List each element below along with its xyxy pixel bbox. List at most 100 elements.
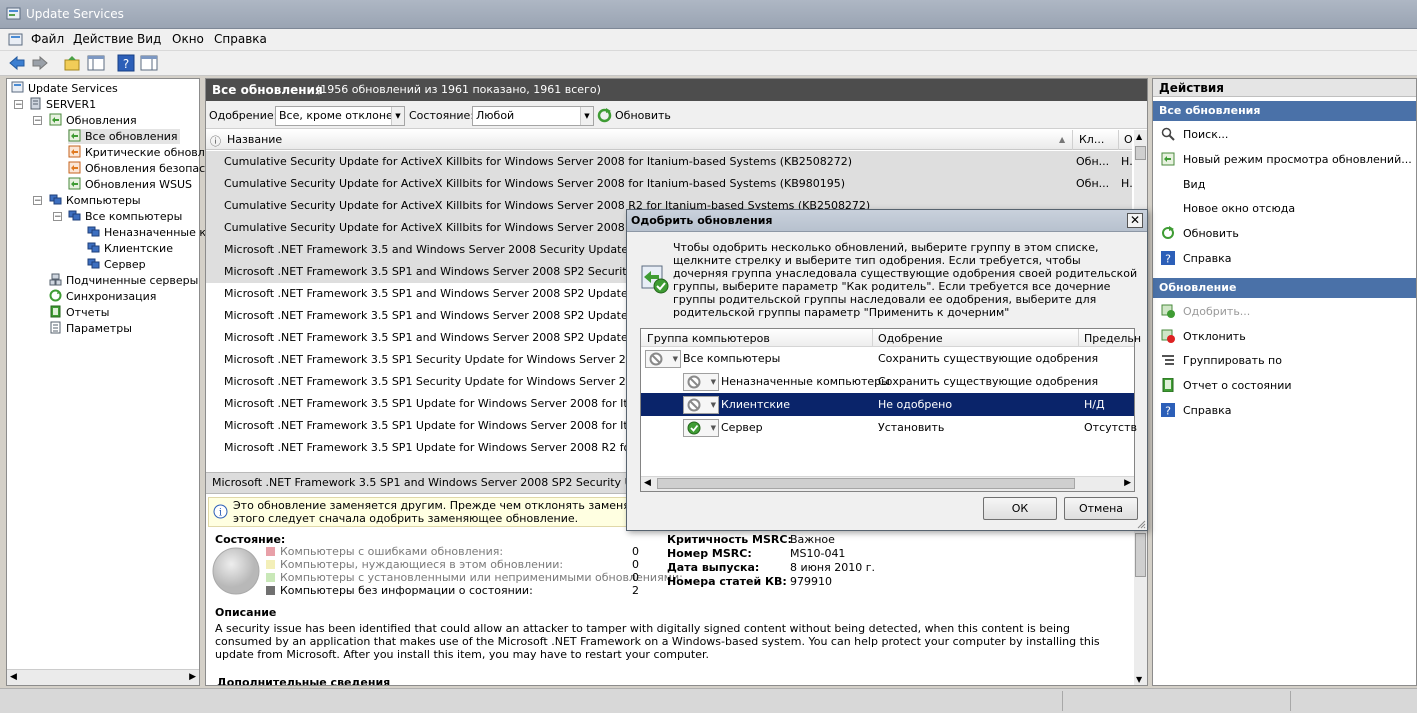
menu-help[interactable]: Справка <box>214 32 267 46</box>
tree-item-clients[interactable]: Клиентские <box>87 241 173 256</box>
menu-view[interactable]: Вид <box>137 32 161 46</box>
resize-grip-icon[interactable] <box>1136 519 1146 529</box>
action-help[interactable]: Справка <box>1183 252 1231 265</box>
tree-item-security-updates[interactable]: Обновления безопасн <box>68 161 212 176</box>
info-column-icon[interactable]: ⓘ <box>210 133 221 149</box>
cancel-button[interactable]: Отмена <box>1064 497 1138 520</box>
scroll-right-icon[interactable]: ▶ <box>1124 478 1131 488</box>
up-folder-icon[interactable] <box>63 54 81 72</box>
status-pie-icon <box>212 547 260 595</box>
actions-section-update[interactable]: Обновление <box>1153 278 1416 298</box>
title-bar: Update Services <box>0 0 1417 29</box>
show-hide-action-pane-icon[interactable] <box>140 54 158 72</box>
description-text: A security issue has been identified tha… <box>215 622 1100 661</box>
back-arrow-icon[interactable] <box>8 54 26 72</box>
help-icon: ? <box>1161 251 1175 265</box>
column-deadline[interactable]: Предельн <box>1084 332 1141 345</box>
scroll-right-icon[interactable]: ▶ <box>189 672 196 682</box>
column-group[interactable]: Группа компьютеров <box>647 332 770 345</box>
tree-item-wsus-updates[interactable]: Обновления WSUS <box>68 177 192 192</box>
navigation-tree: Update Services − SERVER1 − Обновления В… <box>6 78 212 686</box>
action-search[interactable]: Поиск... <box>1183 128 1228 141</box>
legend-swatch <box>266 547 275 556</box>
action-approve[interactable]: Одобрить... <box>1183 305 1250 318</box>
updates-grid-header: ⓘ Название ▲ Кл... О <box>206 130 1133 150</box>
scroll-up-icon[interactable]: ▲ <box>1136 132 1142 141</box>
approval-dropdown[interactable]: ▼ <box>683 396 719 414</box>
server-icon <box>30 97 41 110</box>
actions-section-all-updates[interactable]: Все обновления <box>1153 101 1416 121</box>
tree-item-reports[interactable]: Отчеты <box>49 305 109 320</box>
menu-file[interactable]: Файл <box>31 32 64 46</box>
tree-item-server[interactable]: SERVER1 <box>29 97 96 112</box>
update-title: Microsoft .NET Framework 3.5 SP1 and Win… <box>224 265 677 278</box>
tree-item-all-updates[interactable]: Все обновления <box>68 129 180 144</box>
group-row[interactable]: ▼ Клиентские Не одобрено Н/Д <box>641 393 1134 416</box>
action-decline[interactable]: Отклонить <box>1183 330 1246 343</box>
scroll-left-icon[interactable]: ◀ <box>644 478 651 488</box>
tree-item-all-computers[interactable]: Все компьютеры <box>68 209 182 224</box>
scroll-thumb[interactable] <box>1135 146 1146 160</box>
expander-updates[interactable]: − <box>33 116 42 126</box>
pane-header: Все обновления (1956 обновлений из 1961 … <box>206 79 1147 101</box>
tree-item-unassigned[interactable]: Неназначенные к <box>87 225 206 240</box>
approval-filter-combo[interactable]: Все, кроме отклонен ▼ <box>275 106 405 126</box>
all-updates-icon <box>68 129 81 142</box>
reports-icon <box>50 305 61 318</box>
update-row[interactable]: Cumulative Security Update for ActiveX K… <box>206 173 1132 195</box>
tree-item-critical-updates[interactable]: Критические обновле <box>68 145 212 160</box>
column-name[interactable]: Название <box>227 133 282 146</box>
status-filter-combo[interactable]: Любой ▼ <box>472 106 594 126</box>
tree-item-computers[interactable]: Компьютеры <box>49 193 141 208</box>
forward-arrow-icon[interactable] <box>31 54 49 72</box>
menu-window[interactable]: Окно <box>172 32 204 46</box>
groups-horizontal-scrollbar[interactable]: ◀ ▶ <box>641 476 1134 491</box>
tree-item-downstream-servers[interactable]: Подчиненные серверы <box>49 273 198 288</box>
more-info-heading: Дополнительные сведения <box>217 676 391 685</box>
tree-item-updates[interactable]: Обновления <box>49 113 137 128</box>
action-group-by[interactable]: Группировать по <box>1183 354 1282 367</box>
tree-item-server-group[interactable]: Сервер <box>87 257 146 272</box>
tree-horizontal-scrollbar[interactable]: ◀ ▶ <box>7 669 199 685</box>
scroll-thumb[interactable] <box>657 478 1075 489</box>
expander-all-computers[interactable]: − <box>53 212 62 222</box>
help-icon[interactable]: ? <box>117 54 135 72</box>
column-classification[interactable]: Кл... <box>1079 133 1104 146</box>
approval-dropdown[interactable]: ▼ <box>683 373 719 391</box>
update-title: Microsoft .NET Framework 3.5 SP1 Update … <box>224 441 681 454</box>
group-row[interactable]: ▼ Все компьютеры Сохранить существующие од… <box>641 347 1134 370</box>
scroll-thumb[interactable] <box>1135 533 1146 577</box>
scroll-left-icon[interactable]: ◀ <box>10 672 17 682</box>
column-approval[interactable]: О <box>1124 133 1133 146</box>
update-title: Microsoft .NET Framework 3.5 SP1 Securit… <box>224 353 677 366</box>
tree-item-update-services[interactable]: Update Services <box>11 81 118 96</box>
group-row[interactable]: ▼ Неназначенные компьютеры Сохранить сущес… <box>641 370 1134 393</box>
update-title: Microsoft .NET Framework 3.5 SP1 and Win… <box>224 309 682 322</box>
scroll-down-icon[interactable]: ▼ <box>1136 675 1142 684</box>
update-row[interactable]: Cumulative Security Update for ActiveX K… <box>206 151 1132 173</box>
expander-computers[interactable]: − <box>33 196 42 206</box>
action-status-report[interactable]: Отчет о состоянии <box>1183 379 1292 392</box>
action-help-update[interactable]: Справка <box>1183 404 1231 417</box>
show-hide-tree-icon[interactable] <box>87 54 105 72</box>
menu-bar: Файл Действие Вид Окно Справка <box>0 29 1417 51</box>
action-new-update-view[interactable]: Новый режим просмотра обновлений... <box>1183 153 1412 166</box>
expander-server[interactable]: − <box>14 100 23 110</box>
close-icon[interactable]: ✕ <box>1127 213 1143 228</box>
group-row[interactable]: ▼ Сервер Установить Отсутств <box>641 416 1137 439</box>
approval-dropdown[interactable]: ▼ <box>645 350 681 368</box>
tree-item-synchronization[interactable]: Синхронизация <box>49 289 156 304</box>
groups-list-rows: ▼ Все компьютеры Сохранить существующие од… <box>641 347 1137 447</box>
column-approval[interactable]: Одобрение <box>878 332 943 345</box>
menu-action[interactable]: Действие <box>73 32 133 46</box>
app-menu-icon[interactable] <box>8 32 24 48</box>
details-vertical-scrollbar[interactable]: ▼ <box>1134 531 1147 685</box>
action-new-window[interactable]: Новое окно отсюда <box>1183 202 1295 215</box>
update-title: Microsoft .NET Framework 3.5 and Windows… <box>224 243 682 256</box>
computers-icon <box>49 194 62 205</box>
tree-item-options[interactable]: Параметры <box>49 321 132 336</box>
approval-dropdown[interactable]: ▼ <box>683 419 719 437</box>
ok-button[interactable]: ОК <box>983 497 1057 520</box>
action-refresh[interactable]: Обновить <box>1183 227 1239 240</box>
action-view[interactable]: Вид <box>1183 178 1205 191</box>
